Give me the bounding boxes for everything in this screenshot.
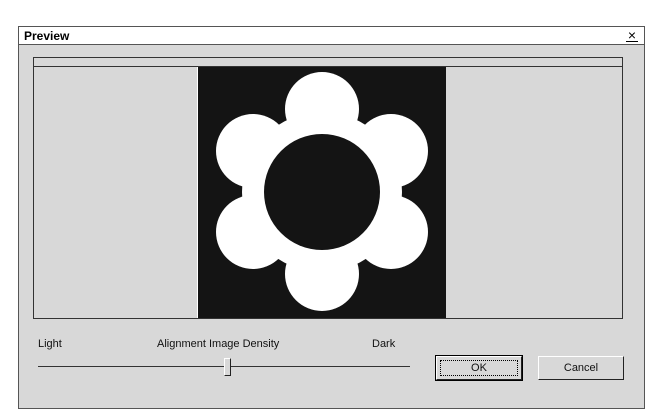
slider-title-label: Alignment Image Density bbox=[157, 338, 280, 350]
focus-rectangle bbox=[440, 360, 518, 376]
cancel-button-label: Cancel bbox=[563, 362, 599, 374]
preview-image bbox=[197, 67, 446, 318]
preview-pane bbox=[33, 57, 623, 319]
density-slider-thumb[interactable] bbox=[224, 358, 231, 376]
dialog-title: Preview bbox=[24, 29, 70, 43]
close-button[interactable]: × bbox=[625, 28, 639, 42]
slider-max-label: Dark bbox=[372, 338, 396, 350]
preview-top-strip bbox=[34, 58, 622, 67]
title-bar: Preview × bbox=[18, 26, 645, 45]
flower-image-icon bbox=[198, 67, 446, 318]
cancel-button[interactable]: Cancel bbox=[538, 356, 624, 380]
slider-min-label: Light bbox=[38, 338, 62, 350]
ok-button[interactable]: OK bbox=[435, 355, 523, 381]
